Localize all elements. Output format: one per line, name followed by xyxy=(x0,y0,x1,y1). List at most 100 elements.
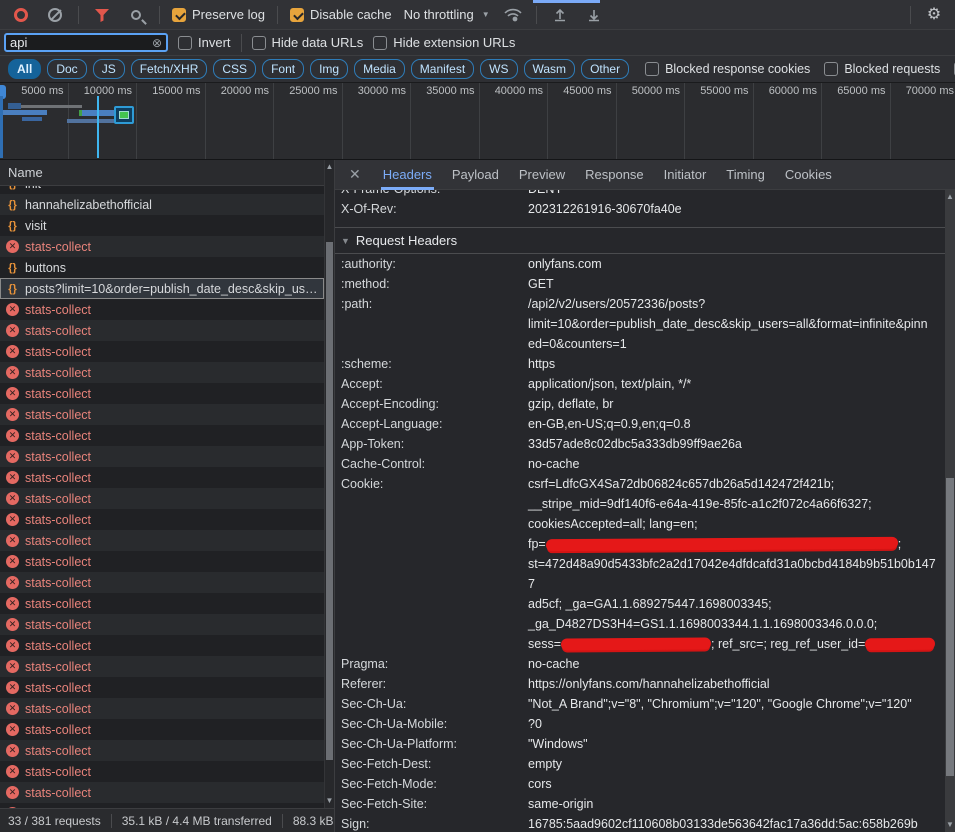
filter-pill-doc[interactable]: Doc xyxy=(47,59,86,79)
request-row[interactable]: ✕stats-collect xyxy=(0,656,324,677)
header-row: Cookie:csrf=LdfcGX4Sa72db06824c657db26a5… xyxy=(335,474,945,654)
header-name: Sec-Ch-Ua: xyxy=(341,694,528,714)
header-value: 202312261916-30670fa40e xyxy=(528,199,945,219)
header-name: Pragma: xyxy=(341,654,528,674)
search-button[interactable] xyxy=(125,4,147,26)
request-row[interactable]: ✕stats-collect xyxy=(0,383,324,404)
clear-button[interactable] xyxy=(44,4,66,26)
request-row[interactable]: {}visit xyxy=(0,215,324,236)
network-conditions-button[interactable] xyxy=(502,4,524,26)
request-row[interactable]: ✕stats-collect xyxy=(0,404,324,425)
network-overview-timeline[interactable]: 5000 ms10000 ms15000 ms20000 ms25000 ms3… xyxy=(0,83,955,160)
filter-pill-fetch-xhr[interactable]: Fetch/XHR xyxy=(131,59,208,79)
preserve-log-checkbox[interactable]: Preserve log xyxy=(172,7,265,22)
header-value: csrf=LdfcGX4Sa72db06824c657db26a5d142472… xyxy=(528,474,945,654)
request-row[interactable]: ✕stats-collect xyxy=(0,341,324,362)
xhr-icon: {} xyxy=(6,186,19,190)
request-row[interactable]: {}hannahelizabethofficial xyxy=(0,194,324,215)
filter-pill-media[interactable]: Media xyxy=(354,59,405,79)
request-row[interactable]: ✕stats-collect xyxy=(0,740,324,761)
request-row[interactable]: ✕stats-collect xyxy=(0,425,324,446)
header-value: onlyfans.com xyxy=(528,254,945,274)
close-icon[interactable]: ✕ xyxy=(341,166,369,183)
header-value-line: sess=; ref_src=; reg_ref_user_id= xyxy=(528,634,937,654)
throttling-value: No throttling xyxy=(404,7,474,22)
header-name: Accept-Language: xyxy=(341,414,528,434)
disable-cache-checkbox[interactable]: Disable cache xyxy=(290,7,392,22)
request-row[interactable]: ✕stats-collect xyxy=(0,530,324,551)
request-row[interactable]: ✕stats-collect xyxy=(0,572,324,593)
request-headers-section-toggle[interactable]: ▼ Request Headers xyxy=(335,228,945,254)
request-row[interactable]: ✕stats-collect xyxy=(0,320,324,341)
request-row[interactable]: {}init xyxy=(0,186,324,194)
waterfall-bar xyxy=(8,103,21,109)
scroll-up-icon[interactable]: ▲ xyxy=(325,162,334,172)
request-row[interactable]: ✕stats-collect xyxy=(0,635,324,656)
header-value: ?0 xyxy=(528,714,945,734)
import-har-button[interactable] xyxy=(549,4,571,26)
request-row[interactable]: ✕stats-collect xyxy=(0,614,324,635)
blocked-response-cookies-checkbox[interactable]: Blocked response cookies xyxy=(645,62,810,76)
hide-extension-urls-checkbox[interactable]: Hide extension URLs xyxy=(373,35,515,50)
request-row[interactable]: ✕stats-collect xyxy=(0,719,324,740)
request-row[interactable]: ✕stats-collect xyxy=(0,593,324,614)
invert-checkbox[interactable]: Invert xyxy=(178,35,231,50)
filter-button[interactable] xyxy=(91,4,113,26)
tab-response[interactable]: Response xyxy=(575,160,654,190)
settings-button[interactable]: ⚙ xyxy=(923,4,945,26)
request-row[interactable]: ✕stats-collect xyxy=(0,761,324,782)
request-row[interactable]: {}buttons xyxy=(0,257,324,278)
scrollbar-thumb[interactable] xyxy=(326,242,333,760)
error-icon: ✕ xyxy=(6,429,19,442)
tab-initiator[interactable]: Initiator xyxy=(654,160,717,190)
scroll-up-icon[interactable]: ▲ xyxy=(945,192,955,202)
request-list-scrollbar[interactable]: ▲ ▼ xyxy=(324,160,334,808)
scroll-down-icon[interactable]: ▼ xyxy=(325,796,334,806)
scroll-down-icon[interactable]: ▼ xyxy=(945,820,955,830)
request-name: stats-collect xyxy=(25,576,91,590)
request-row[interactable]: ✕stats-collect xyxy=(0,362,324,383)
filter-pill-all[interactable]: All xyxy=(8,59,41,79)
tab-cookies[interactable]: Cookies xyxy=(775,160,842,190)
filter-pill-js[interactable]: JS xyxy=(93,59,125,79)
request-name: visit xyxy=(25,219,47,233)
name-column-header[interactable]: Name xyxy=(0,160,334,186)
request-row[interactable]: ✕stats-collect xyxy=(0,236,324,257)
request-row[interactable]: ✕stats-collect xyxy=(0,467,324,488)
record-button[interactable] xyxy=(10,4,32,26)
error-icon: ✕ xyxy=(6,765,19,778)
throttling-dropdown[interactable]: No throttling ▼ xyxy=(404,7,490,22)
request-row[interactable]: ✕stats-collect xyxy=(0,509,324,530)
request-row[interactable]: ✕stats-collect xyxy=(0,677,324,698)
filter-pill-css[interactable]: CSS xyxy=(213,59,256,79)
filter-pill-ws[interactable]: WS xyxy=(480,59,517,79)
tab-headers[interactable]: Headers xyxy=(373,160,442,190)
export-har-button[interactable] xyxy=(583,4,605,26)
tab-preview[interactable]: Preview xyxy=(509,160,575,190)
request-name: stats-collect xyxy=(25,786,91,800)
request-row[interactable]: {}posts?limit=10&order=publish_date_desc… xyxy=(0,278,324,299)
filter-pill-font[interactable]: Font xyxy=(262,59,304,79)
scrollbar-thumb[interactable] xyxy=(946,478,954,776)
filter-pill-manifest[interactable]: Manifest xyxy=(411,59,474,79)
hide-data-urls-checkbox[interactable]: Hide data URLs xyxy=(252,35,364,50)
header-value-text: sess= xyxy=(528,637,561,651)
detail-scrollbar[interactable]: ▲ ▼ xyxy=(945,190,955,832)
tab-timing[interactable]: Timing xyxy=(716,160,775,190)
header-name: Sec-Ch-Ua-Platform: xyxy=(341,734,528,754)
resource-type-toolbar: All Doc JS Fetch/XHRCSS Font Img Media Manifest… xyxy=(0,56,955,83)
request-row[interactable]: ✕stats-collect xyxy=(0,698,324,719)
request-row[interactable]: ✕stats-collect xyxy=(0,551,324,572)
request-row[interactable]: ✕stats-collect xyxy=(0,446,324,467)
tab-payload[interactable]: Payload xyxy=(442,160,509,190)
filter-pill-other[interactable]: Other xyxy=(581,59,629,79)
request-row[interactable]: ✕stats-collect xyxy=(0,782,324,803)
request-row[interactable]: ✕stats-collect xyxy=(0,488,324,509)
request-name: hannahelizabethofficial xyxy=(25,198,152,212)
filter-input[interactable] xyxy=(10,35,148,50)
filter-pill-img[interactable]: Img xyxy=(310,59,348,79)
blocked-requests-checkbox[interactable]: Blocked requests xyxy=(824,62,940,76)
request-row[interactable]: ✕stats-collect xyxy=(0,299,324,320)
filter-pill-wasm[interactable]: Wasm xyxy=(524,59,576,79)
clear-input-icon[interactable]: ⊗ xyxy=(152,37,162,49)
